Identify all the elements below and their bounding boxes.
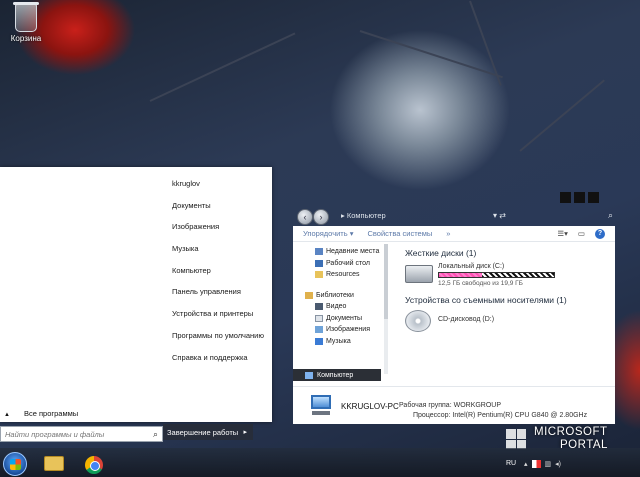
drive-c-usage-fill — [439, 273, 482, 277]
nav-item-recent-places[interactable]: Недавние места — [293, 246, 383, 258]
language-indicator[interactable]: RU — [506, 460, 516, 467]
processor-text: Процессор: Intel(R) Pentium(R) CPU G840 … — [413, 412, 588, 419]
more-button[interactable]: » — [446, 229, 450, 238]
organize-button[interactable]: Упорядочить ▾ — [303, 229, 353, 238]
forward-arrow-icon[interactable]: › — [313, 209, 329, 225]
address-path[interactable]: ▸ Компьютер — [341, 211, 386, 220]
nav-item-desktop[interactable]: Рабочий стол — [293, 258, 383, 270]
drive-c-usage-bar — [438, 272, 555, 278]
close-button[interactable] — [588, 192, 599, 203]
nav-item-resources[interactable]: Resources — [293, 269, 383, 281]
action-center-flag-icon[interactable] — [531, 460, 541, 468]
pictures-icon — [315, 326, 323, 334]
explorer-taskbar-icon[interactable] — [44, 456, 64, 471]
drive-c[interactable]: Локальный диск (C:) 12,5 ГБ свободно из … — [405, 263, 610, 287]
start-menu-right-column: kkruglov Документы Изображения Музыка Ко… — [172, 179, 272, 374]
start-item-user[interactable]: kkruglov — [172, 179, 272, 201]
scrollbar-thumb[interactable] — [384, 244, 388, 319]
recent-places-icon — [315, 248, 323, 256]
system-tray: ▴ ▥ ◂) — [524, 460, 561, 468]
window-search-icon[interactable]: ⌕ — [608, 210, 613, 221]
nav-item-computer[interactable]: Компьютер — [293, 369, 381, 381]
nav-item-libraries[interactable]: Библиотеки — [293, 290, 383, 302]
workgroup-text: Рабочая группа: WORKGROUP — [399, 402, 502, 409]
navigation-scrollbar[interactable] — [384, 244, 388, 374]
back-arrow-icon[interactable]: ‹ — [297, 209, 313, 225]
shutdown-options-icon[interactable]: ▸ — [243, 428, 247, 436]
preview-pane-icon[interactable]: ▭ — [578, 229, 585, 238]
tray-expand-icon[interactable]: ▴ — [524, 460, 528, 468]
maximize-button[interactable] — [574, 192, 585, 203]
watermark-line-1: MICROSOFT — [534, 426, 608, 438]
minimize-button[interactable] — [560, 192, 571, 203]
start-search-input[interactable] — [5, 429, 153, 439]
recycle-bin-shortcut[interactable]: Корзина — [6, 2, 46, 43]
start-button-icon[interactable] — [3, 452, 27, 476]
background-twig — [149, 32, 296, 102]
start-item-pictures[interactable]: Изображения — [172, 222, 272, 244]
hard-drives-header: Жесткие диски (1) — [405, 248, 477, 258]
start-menu: kkruglov Документы Изображения Музыка Ко… — [0, 167, 272, 422]
view-options-icon[interactable]: ☰▾ — [557, 229, 568, 238]
start-item-help[interactable]: Справка и поддержка — [172, 353, 272, 375]
hard-disk-icon — [405, 265, 433, 283]
video-icon — [315, 303, 323, 311]
refresh-icon[interactable]: ▾ ⇄ — [493, 211, 506, 220]
drive-d-name: CD-дисковод (D:) — [438, 316, 495, 323]
cd-drive-icon — [405, 310, 431, 332]
documents-icon — [315, 314, 323, 322]
nav-item-pictures[interactable]: Изображения — [293, 324, 383, 336]
music-icon — [315, 337, 323, 345]
shutdown-button[interactable]: Завершение работы ▸ — [163, 424, 253, 440]
background-twig — [519, 79, 605, 152]
arrow-up-icon: ▲ — [4, 412, 10, 418]
drive-d[interactable]: CD-дисковод (D:) — [405, 310, 610, 332]
details-pane: KKRUGLOV-PC Рабочая группа: WORKGROUP Пр… — [293, 386, 615, 424]
nav-item-documents[interactable]: Документы — [293, 313, 383, 325]
start-item-music[interactable]: Музыка — [172, 244, 272, 266]
search-icon[interactable]: ⌕ — [153, 429, 158, 440]
shutdown-label: Завершение работы — [167, 427, 239, 437]
drive-c-free-space: 12,5 ГБ свободно из 19,9 ГБ — [438, 280, 523, 287]
navigation-pane: Недавние места Рабочий стол Resources Би… — [293, 242, 383, 378]
computer-icon — [305, 371, 313, 379]
background-twig — [469, 0, 502, 86]
drive-c-name: Локальный диск (C:) — [438, 263, 505, 270]
chrome-taskbar-icon[interactable] — [85, 456, 103, 474]
start-item-documents[interactable]: Документы — [172, 201, 272, 223]
system-properties-button[interactable]: Свойства системы — [367, 229, 432, 238]
nav-item-music[interactable]: Музыка — [293, 336, 383, 348]
window-controls — [560, 192, 599, 203]
recycle-bin-label: Корзина — [10, 34, 42, 43]
start-search-box: ⌕ — [0, 426, 163, 442]
folder-icon — [315, 271, 323, 279]
libraries-icon — [305, 291, 313, 299]
start-item-computer[interactable]: Компьютер — [172, 266, 272, 288]
windows-logo-icon — [506, 429, 526, 449]
start-item-devices-printers[interactable]: Устройства и принтеры — [172, 309, 272, 331]
drives-view: Жесткие диски (1) Локальный диск (C:) 12… — [405, 248, 610, 340]
volume-icon[interactable]: ◂) — [555, 460, 561, 468]
help-icon[interactable]: ? — [595, 228, 605, 239]
all-programs-label: Все программы — [23, 409, 79, 418]
removable-devices-header: Устройства со съемными носителями (1) — [405, 295, 567, 305]
explorer-address-bar: ‹ › ▸ Компьютер ▾ ⇄ ⌕ — [293, 208, 615, 226]
all-programs-button[interactable]: ▲ Все программы — [4, 409, 78, 418]
explorer-toolbar: Упорядочить ▾ Свойства системы » ☰▾ ▭ ? — [293, 226, 615, 242]
computer-name: KKRUGLOV-PC — [341, 402, 399, 411]
explorer-window: Упорядочить ▾ Свойства системы » ☰▾ ▭ ? … — [293, 226, 615, 424]
network-icon[interactable]: ▥ — [545, 460, 552, 468]
computer-large-icon — [311, 395, 331, 415]
desktop-icon — [315, 259, 323, 267]
recycle-bin-icon — [13, 2, 39, 32]
start-item-default-programs[interactable]: Программы по умолчанию — [172, 331, 272, 353]
nav-item-video[interactable]: Видео — [293, 301, 383, 313]
start-item-control-panel[interactable]: Панель управления — [172, 287, 272, 309]
